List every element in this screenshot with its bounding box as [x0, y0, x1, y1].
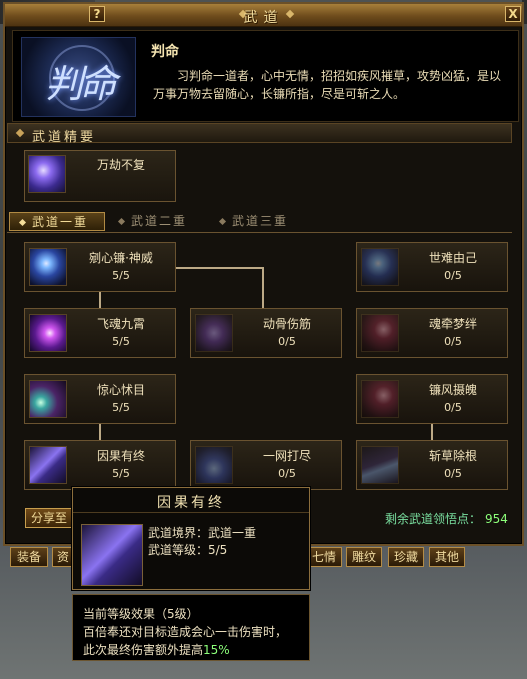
skill-node[interactable]: 剜心镰·神威 5/5	[24, 242, 176, 292]
skill-name: 动骨伤筋	[262, 317, 311, 331]
tab-tier-3[interactable]: 武道三重	[210, 212, 306, 231]
summary-skill-name: 万劫不复	[96, 158, 145, 172]
summary-skill-slot[interactable]: 万劫不复	[24, 150, 176, 202]
net-sweep-icon	[195, 446, 233, 484]
remaining-points-value: 954	[485, 512, 508, 526]
connector-line	[262, 267, 264, 308]
soul-flight-icon	[29, 314, 67, 352]
tab-tier-2[interactable]: 武道二重	[109, 212, 205, 231]
effect-header: 当前等级效果（5级）	[83, 607, 199, 621]
skill-node[interactable]: 魂牵梦绊 0/5	[356, 308, 508, 358]
remaining-points: 剩余武道领悟点： 954	[385, 510, 508, 527]
skill-level: 0/5	[444, 269, 462, 282]
menu-button-resources[interactable]: 资	[52, 547, 74, 567]
effect-line-1: 百倍奉还对目标造成会心一击伤害时，	[83, 625, 288, 639]
skill-level: 0/5	[278, 467, 296, 480]
summary-section-bar: 武道精要	[7, 123, 512, 145]
connector-line	[99, 292, 101, 308]
tab-tier-1[interactable]: 武道一重	[9, 212, 105, 231]
effect-value: 15%	[203, 643, 230, 657]
soul-bind-icon	[361, 314, 399, 352]
skill-level: 5/5	[112, 269, 130, 282]
skill-name: 镰风摄魄	[428, 383, 477, 397]
menu-button-collection[interactable]: 珍藏	[388, 547, 424, 567]
skill-name: 斩草除根	[428, 449, 477, 463]
menu-button-equipment[interactable]: 装备	[10, 547, 48, 567]
swirl-vortex-icon	[28, 155, 66, 193]
skill-name: 魂牵梦绊	[428, 317, 477, 331]
scythe-wind-icon	[361, 380, 399, 418]
style-name: 判命	[151, 44, 179, 60]
tab-diamond-icon	[117, 217, 126, 226]
tooltip-title: 因果有终	[73, 492, 309, 513]
remaining-points-label: 剩余武道领悟点：	[385, 512, 482, 526]
skill-name: 世难由己	[428, 251, 477, 265]
section-diamond-icon	[15, 128, 25, 138]
uproot-icon	[361, 446, 399, 484]
tab-tier-3-label: 武道三重	[232, 214, 289, 228]
tier-tabs: 武道一重 武道二重 武道三重	[7, 212, 512, 233]
karma-end-icon	[29, 446, 67, 484]
share-button[interactable]: 分享至	[25, 508, 73, 528]
skill-node[interactable]: 动骨伤筋 0/5	[190, 308, 342, 358]
close-button[interactable]: X	[505, 6, 521, 22]
title-bar[interactable]: ? 武道 X	[5, 4, 522, 27]
style-header: 判命 判命 习判命一道者，心中无情，招招如疾风摧草，攻势凶猛，是以万事万物去留随…	[12, 30, 519, 122]
summary-skill: 万劫不复	[24, 150, 176, 202]
skill-name: 因果有终	[96, 449, 145, 463]
style-emblem: 判命	[21, 37, 136, 117]
skill-level: 5/5	[112, 335, 130, 348]
skill-name: 惊心怵目	[96, 383, 145, 397]
effect-line-2: 此次最终伤害额外提高15%	[83, 641, 230, 658]
menu-button-other[interactable]: 其他	[429, 547, 465, 567]
tab-diamond-icon	[18, 218, 27, 227]
tab-diamond-icon	[218, 217, 227, 226]
skill-level: 0/5	[444, 467, 462, 480]
skill-node[interactable]: 因果有终 5/5	[24, 440, 176, 490]
skill-level: 0/5	[278, 335, 296, 348]
skill-level: 0/5	[444, 401, 462, 414]
connector-line	[99, 424, 101, 440]
tab-tier-1-label: 武道一重	[32, 215, 89, 229]
window-title: 武道	[243, 10, 284, 26]
fate-icon	[361, 248, 399, 286]
skill-node[interactable]: 惊心怵目 5/5	[24, 374, 176, 424]
skill-level: 5/5	[112, 401, 130, 414]
skill-node[interactable]: 镰风摄魄 0/5	[356, 374, 508, 424]
style-description: 习判命一道者，心中无情，招招如疾风摧草，攻势凶猛，是以万事万物去留随心，长镰所指…	[153, 69, 502, 101]
scythe-strike-icon	[29, 248, 67, 286]
tooltip-realm: 武道境界：武道一重	[148, 526, 257, 540]
effect-line-2-text: 此次最终伤害额外提高	[83, 643, 204, 657]
skill-level: 5/5	[112, 467, 130, 480]
menu-button-emotions[interactable]: 七情	[306, 547, 342, 567]
tooltip-level: 武道等级：5/5	[148, 543, 228, 557]
bone-break-icon	[195, 314, 233, 352]
skill-node[interactable]: 斩草除根 0/5	[356, 440, 508, 490]
shock-eye-icon	[29, 380, 67, 418]
tab-tier-2-label: 武道二重	[131, 214, 188, 228]
skill-name: 飞魂九霄	[96, 317, 145, 331]
karma-end-icon	[81, 524, 143, 586]
skill-node[interactable]: 世难由己 0/5	[356, 242, 508, 292]
skill-tooltip: 因果有终 武道境界：武道一重 武道等级：5/5	[72, 487, 310, 590]
skill-node[interactable]: 飞魂九霄 5/5	[24, 308, 176, 358]
connector-line	[431, 424, 433, 440]
skill-level: 0/5	[444, 335, 462, 348]
connector-line	[176, 267, 263, 269]
skill-node[interactable]: 一网打尽 0/5	[190, 440, 342, 490]
skill-name: 一网打尽	[262, 449, 311, 463]
summary-section-title: 武道精要	[32, 130, 97, 145]
emblem-calligraphy: 判命	[44, 62, 117, 106]
menu-button-carvings[interactable]: 雕纹	[346, 547, 382, 567]
tooltip-effect-box: 当前等级效果（5级） 百倍奉还对目标造成会心一击伤害时， 此次最终伤害额外提高1…	[72, 594, 310, 661]
skill-name: 剜心镰·神威	[89, 251, 153, 265]
